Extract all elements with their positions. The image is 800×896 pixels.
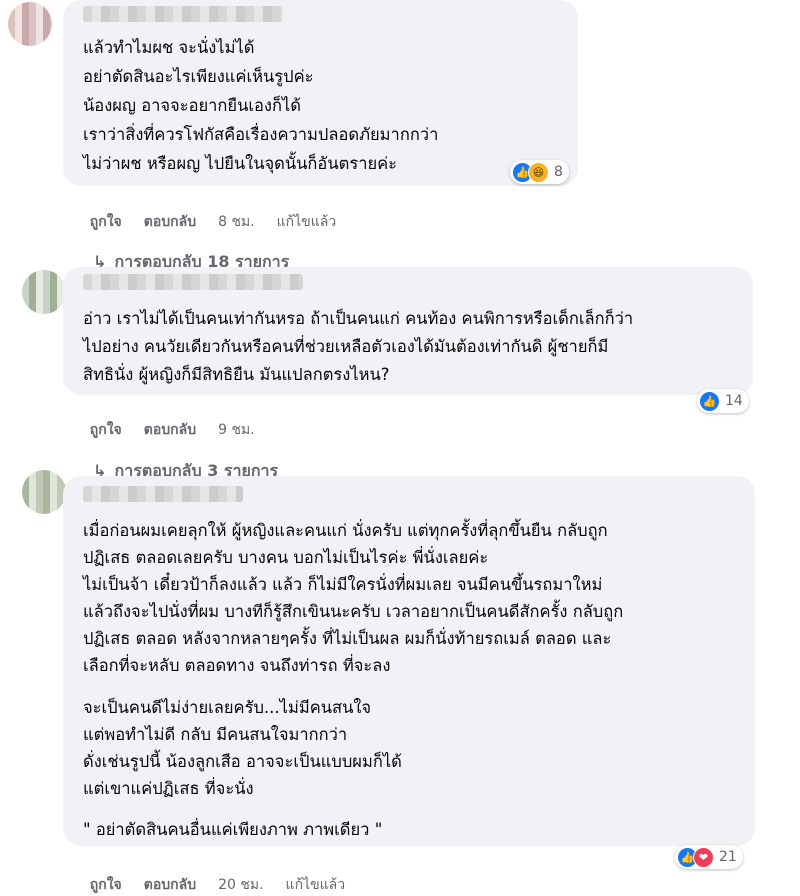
commenter-avatar[interactable] — [22, 470, 66, 514]
comment-line: ปฏิเสธ ตลอดเลยครับ บางคน บอกไม่เป็นไรค่ะ… — [83, 548, 489, 567]
comment-line: ไปอย่าง คนวัยเดียวกันหรือคนที่ช่วยเหลือต… — [83, 337, 609, 356]
comment-line: เราว่าสิ่งที่ควรโฟกัสคือเรื่องความปลอดภั… — [83, 125, 439, 144]
comment-line: ดั่งเช่นรูปนี้ น้องลูกเสือ อาจจะเป็นแบบผ… — [83, 752, 402, 771]
comment-bubble: แล้วทำไมผช จะนั่งไม่ได้ อย่าตัดสินอะไรเพ… — [63, 0, 578, 186]
comment-line: สิทธินั่ง ผู้หญิงก็มีสิทธิยืน มันแปลกตรง… — [83, 365, 390, 384]
comment-actions: ถูกใจ ตอบกลับ 20 ชม. แก้ไขแล้ว — [80, 858, 367, 896]
comment-line: ปฏิเสธ ตลอด หลังจากหลายๆครั้ง ที่ไม่เป็น… — [83, 629, 612, 648]
commenter-name-redacted[interactable] — [83, 486, 243, 502]
timestamp[interactable]: 8 ชม. — [218, 214, 255, 230]
comment-actions: ถูกใจ ตอบกลับ 8 ชม. แก้ไขแล้ว — [80, 195, 358, 233]
haha-icon: 😆 — [528, 161, 549, 183]
comment-quote: " อย่าตัดสินคนอื่นแค่เพียงภาพ ภาพเดียว " — [83, 820, 383, 839]
edited-label: แก้ไขแล้ว — [276, 214, 337, 230]
reaction-summary[interactable]: 👍 ❤ 21 — [675, 845, 743, 869]
comment-line: ไม่ว่าผช หรือผญ ไปยืนในจุดนั้นก็อันตรายค… — [83, 154, 398, 173]
comment-line: แล้วทำไมผช จะนั่งไม่ได้ — [83, 38, 255, 57]
comment-line: อ่าว เราไม่ได้เป็นคนเท่ากันหรอ ถ้าเป็นคน… — [83, 309, 634, 328]
reaction-count: 8 — [554, 164, 563, 180]
comment-bubble: เมื่อก่อนผมเคยลุกให้ ผู้หญิงและคนแก่ นั่… — [63, 476, 755, 846]
commenter-name-redacted[interactable] — [83, 6, 283, 22]
comment-line: น้องผญ อาจจะอยากยืนเองก็ได้ — [83, 96, 301, 115]
commenter-avatar[interactable] — [22, 270, 66, 314]
timestamp[interactable]: 9 ชม. — [218, 422, 255, 438]
love-icon: ❤ — [693, 846, 714, 868]
comment-bubble: อ่าว เราไม่ได้เป็นคนเท่ากันหรอ ถ้าเป็นคน… — [63, 267, 753, 395]
reply-button[interactable]: ตอบกลับ — [144, 214, 196, 230]
comment-line: อย่าตัดสินอะไรเพียงแค่เห็นรูปค่ะ — [83, 67, 314, 86]
reaction-count: 14 — [725, 393, 743, 409]
comment-line: แต่พอทำไม่ดี กลับ มีคนสนใจมากกว่า — [83, 725, 348, 744]
reaction-summary[interactable]: 👍 😆 8 — [510, 160, 569, 184]
comment-line: เลือกที่จะหลับ ตลอดทาง จนถึงท่ารถ ที่จะล… — [83, 656, 391, 675]
like-button[interactable]: ถูกใจ — [90, 422, 122, 438]
like-icon: 👍 — [699, 390, 720, 412]
reaction-summary[interactable]: 👍 14 — [697, 389, 749, 413]
comment-actions: ถูกใจ ตอบกลับ 9 ชม. — [80, 403, 277, 441]
commenter-avatar[interactable] — [8, 2, 52, 46]
comment-line: ไม่เป็นจ้า เดี๋ยวป้าก็ลงแล้ว แล้ว ก็ไม่ม… — [83, 575, 603, 594]
comment-line: จะเป็นคนดีไม่ง่ายเลยครับ...ไม่มีคนสนใจ — [83, 698, 372, 717]
like-button[interactable]: ถูกใจ — [90, 214, 122, 230]
comment-line: เมื่อก่อนผมเคยลุกให้ ผู้หญิงและคนแก่ นั่… — [83, 521, 608, 540]
commenter-name-redacted[interactable] — [83, 274, 303, 290]
comment-line: แต่เขาแค่ปฏิเสธ ที่จะนั่ง — [83, 779, 254, 798]
reaction-count: 21 — [719, 849, 737, 865]
comment-line: แล้วถึงจะไปนั่งที่ผม บางทีก็รู้สึกเขินนะ… — [83, 602, 624, 621]
reply-button[interactable]: ตอบกลับ — [144, 422, 196, 438]
